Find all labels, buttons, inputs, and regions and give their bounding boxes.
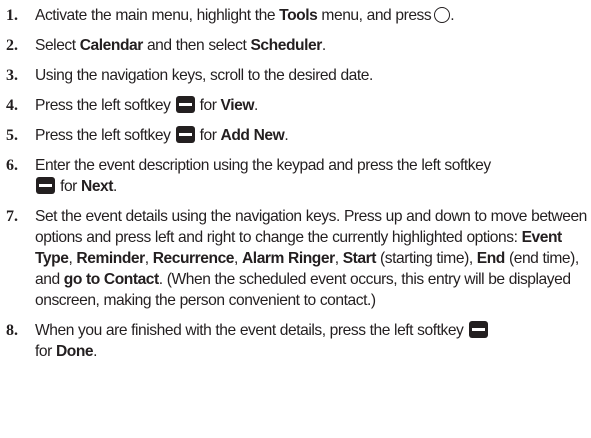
step-number: 3. bbox=[6, 67, 18, 84]
step-8: 8. When you are finished with the event … bbox=[6, 320, 588, 362]
step-number: 7. bbox=[6, 208, 18, 225]
menu-name: Tools bbox=[279, 7, 318, 24]
step-number: 5. bbox=[6, 127, 18, 144]
left-softkey-icon bbox=[175, 96, 195, 113]
left-softkey-icon bbox=[468, 321, 488, 338]
step-number: 1. bbox=[6, 7, 18, 24]
step-6: 6. Enter the event description using the… bbox=[6, 155, 588, 197]
step-text: Press the left softkey for Add New. bbox=[35, 126, 289, 144]
step-text: When you are finished with the event det… bbox=[35, 320, 588, 362]
left-softkey-icon bbox=[175, 126, 195, 143]
step-text: Press the left softkey for View. bbox=[35, 96, 258, 114]
step-text: Using the navigation keys, scroll to the… bbox=[35, 67, 373, 84]
step-number: 8. bbox=[6, 322, 18, 339]
ok-circle-icon bbox=[434, 7, 451, 23]
option-name: Alarm Ringer bbox=[242, 250, 335, 267]
softkey-option: Next bbox=[81, 178, 114, 195]
option-name: End bbox=[476, 250, 506, 267]
softkey-option: View bbox=[220, 97, 255, 114]
step-7: 7. Set the event details using the navig… bbox=[6, 206, 588, 311]
softkey-option: Done bbox=[55, 343, 94, 360]
step-text: Set the event details using the navigati… bbox=[35, 208, 587, 309]
option-name: go to Contact bbox=[63, 271, 159, 288]
step-text: Activate the main menu, highlight the To… bbox=[35, 7, 455, 24]
step-text: Select Calendar and then select Schedule… bbox=[35, 37, 326, 54]
step-number: 4. bbox=[6, 97, 18, 114]
step-4: 4. Press the left softkey for View. bbox=[6, 95, 588, 116]
step-5: 5. Press the left softkey for Add New. bbox=[6, 125, 588, 146]
step-number: 2. bbox=[6, 37, 18, 54]
step-1: 1. Activate the main menu, highlight the… bbox=[6, 5, 588, 26]
step-2: 2. Select Calendar and then select Sched… bbox=[6, 35, 588, 56]
instruction-list: 1. Activate the main menu, highlight the… bbox=[6, 5, 588, 371]
option-name: Start bbox=[342, 250, 377, 267]
step-3: 3. Using the navigation keys, scroll to … bbox=[6, 65, 588, 86]
left-softkey-icon bbox=[36, 177, 55, 194]
option-name: Reminder bbox=[76, 250, 145, 267]
step-text: Enter the event description using the ke… bbox=[35, 157, 491, 195]
option-name: Recurrence bbox=[152, 250, 235, 267]
softkey-option: Add New bbox=[220, 127, 285, 144]
menu-option: Calendar bbox=[79, 37, 144, 54]
step-number: 6. bbox=[6, 157, 18, 174]
menu-option: Scheduler bbox=[250, 37, 322, 54]
